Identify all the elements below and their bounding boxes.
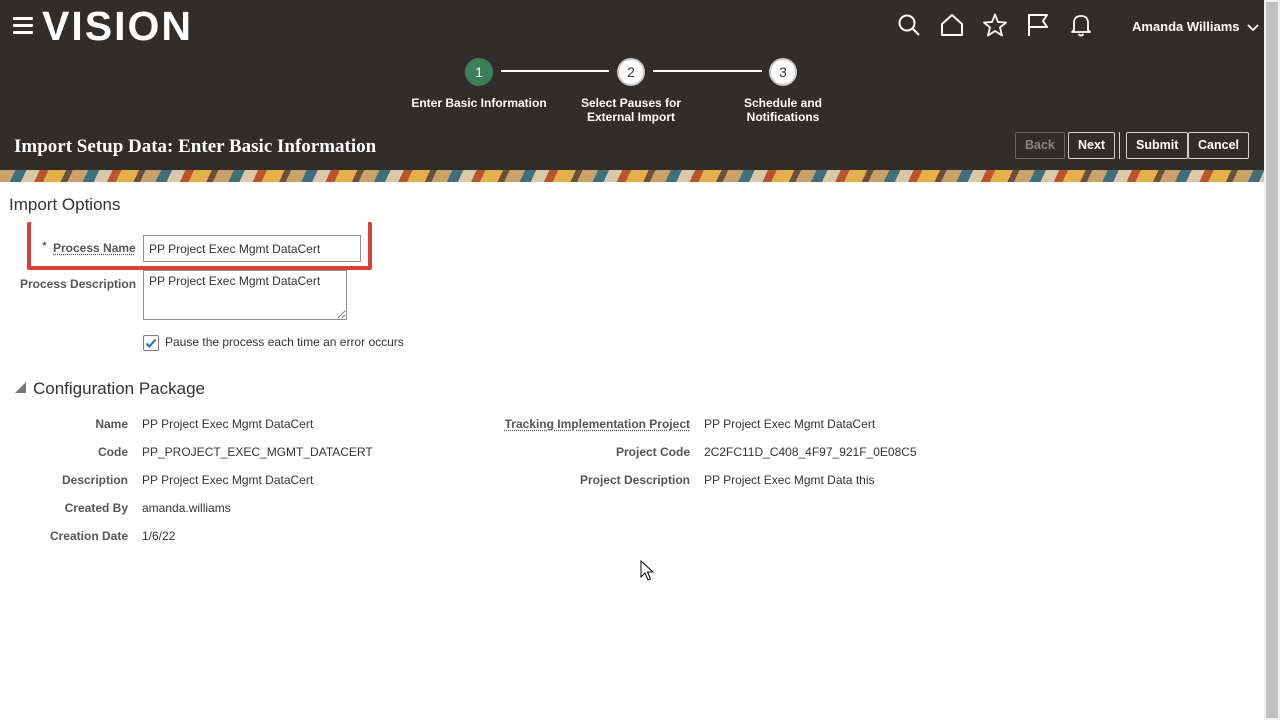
vision-logo[interactable]: VISION (42, 3, 193, 50)
project-description-value: PP Project Exec Mgmt Data this (704, 473, 875, 487)
process-name-input[interactable] (143, 235, 361, 262)
chevron-down-icon (1247, 20, 1259, 35)
button-separator (1119, 132, 1120, 159)
flag-icon[interactable] (1025, 12, 1051, 38)
process-description-label: Process Description (20, 277, 137, 291)
creation-date-value: 1/6/22 (142, 529, 176, 543)
code-value: PP_PROJECT_EXEC_MGMT_DATACERT (142, 445, 373, 459)
project-code-value: 2C2FC11D_C408_4F97_921F_0E08C5 (704, 445, 917, 459)
back-button[interactable]: Back (1015, 132, 1065, 159)
train-step-2[interactable]: 2 (617, 58, 645, 86)
train-step-1-label[interactable]: Enter Basic Information (404, 96, 554, 110)
name-value: PP Project Exec Mgmt DataCert (142, 417, 314, 431)
pause-on-error-label[interactable]: Pause the process each time an error occ… (165, 335, 404, 349)
process-description-textarea[interactable]: PP Project Exec Mgmt DataCert (143, 270, 347, 320)
description-label: Description (61, 473, 128, 487)
required-indicator: * (42, 239, 47, 253)
bell-icon[interactable] (1068, 12, 1094, 38)
user-name: Amanda Williams (1132, 19, 1240, 34)
menu-icon[interactable] (13, 17, 33, 35)
project-code-label: Project Code (615, 445, 690, 459)
import-options-header: Import Options (9, 195, 121, 214)
search-icon[interactable] (896, 12, 922, 38)
cancel-button[interactable]: Cancel (1188, 132, 1249, 159)
description-value: PP Project Exec Mgmt DataCert (142, 473, 314, 487)
checkmark-icon (145, 338, 157, 348)
decorative-banner (0, 170, 1264, 182)
page-title: Import Setup Data: Enter Basic Informati… (14, 136, 377, 157)
submit-button[interactable]: Submit (1126, 132, 1189, 159)
train-connector (653, 70, 762, 72)
configuration-package-header[interactable]: Configuration Package (33, 379, 205, 399)
train-step-3-label[interactable]: Schedule and Notifications (708, 96, 858, 124)
created-by-value: amanda.williams (142, 501, 231, 515)
train-step-2-label[interactable]: Select Pauses for External Import (556, 96, 706, 124)
name-label: Name (95, 417, 128, 431)
code-label: Code (98, 445, 128, 459)
train-step-3[interactable]: 3 (769, 58, 797, 86)
tracking-implementation-project-value: PP Project Exec Mgmt DataCert (704, 417, 876, 431)
home-icon[interactable] (939, 12, 965, 38)
tracking-implementation-project-label[interactable]: Tracking Implementation Project (505, 417, 690, 431)
train-step-1[interactable]: 1 (465, 58, 493, 86)
pause-on-error-checkbox[interactable] (143, 335, 159, 351)
train-connector (501, 70, 609, 72)
collapse-triangle-icon[interactable] (15, 382, 26, 393)
process-name-label: Process Name (53, 241, 136, 255)
global-header: VISION Amanda Williams 1 2 3 Enter Basic… (0, 0, 1264, 182)
project-description-label: Project Description (579, 473, 690, 487)
mouse-pointer-icon (640, 559, 655, 587)
user-menu[interactable]: Amanda Williams (1132, 19, 1259, 35)
created-by-label: Created By (64, 501, 128, 515)
scrollbar-thumb[interactable] (1266, 2, 1278, 718)
creation-date-label: Creation Date (49, 529, 128, 543)
star-icon[interactable] (982, 12, 1008, 38)
next-button[interactable]: Next (1068, 132, 1116, 159)
